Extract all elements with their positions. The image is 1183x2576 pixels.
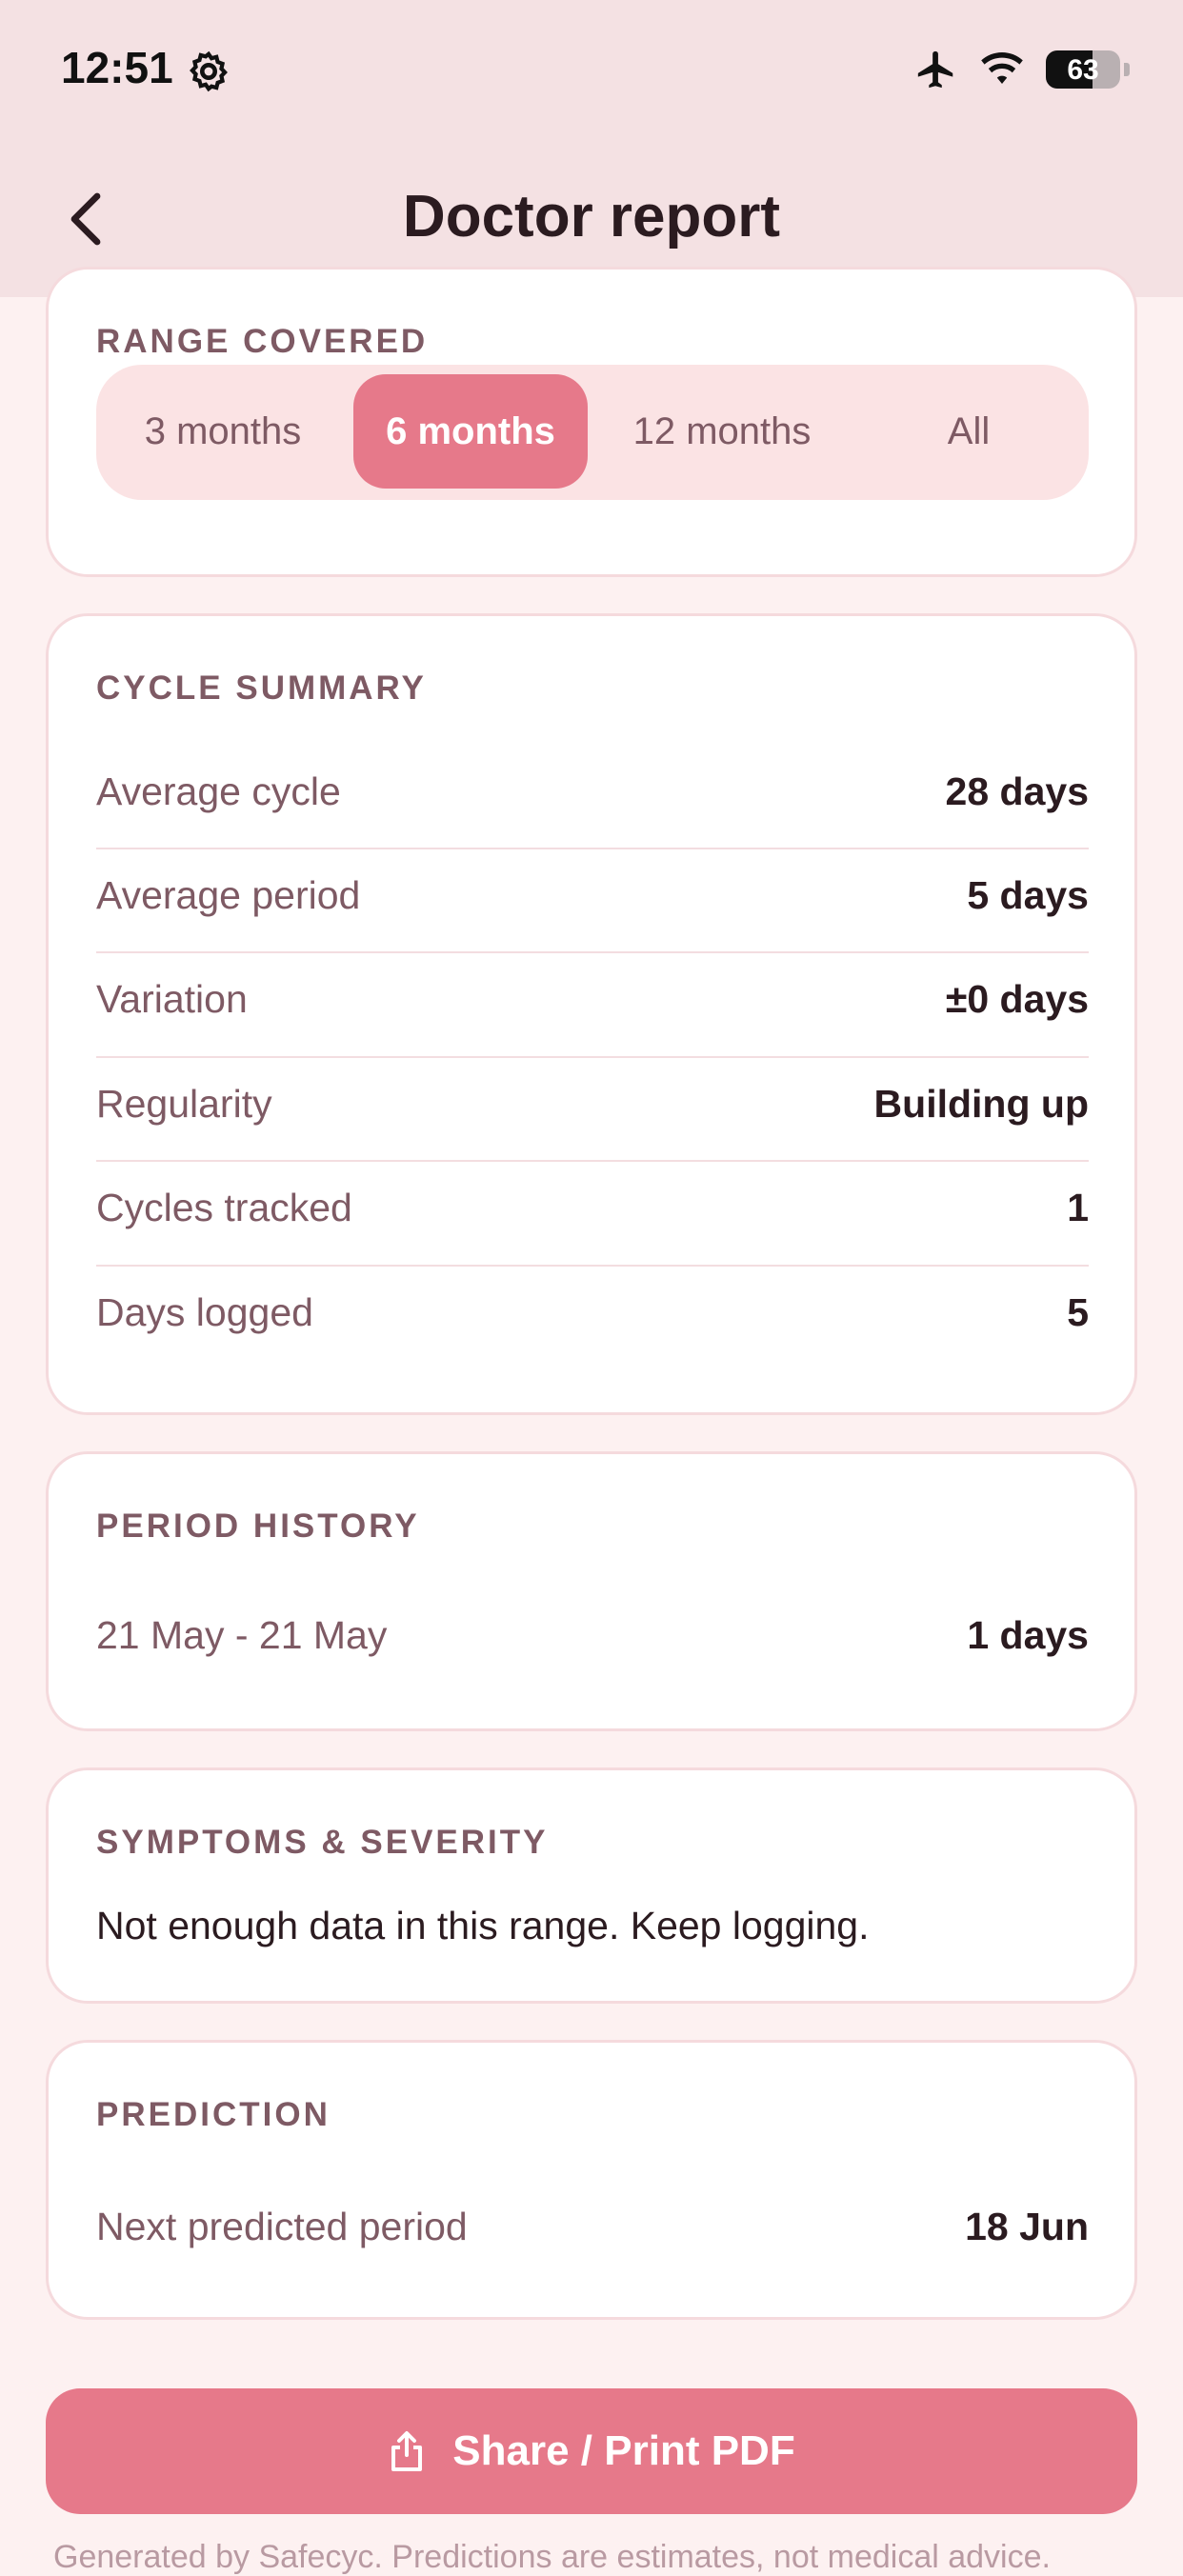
period-history-row: 21 May - 21 May 1 days	[96, 1583, 1089, 1687]
row-label: Regularity	[96, 1081, 272, 1126]
range-option-12-months[interactable]: 12 months	[593, 374, 851, 489]
status-time: 12:51	[61, 43, 173, 92]
range-option-3-months[interactable]: 3 months	[106, 374, 340, 489]
row-label: Days logged	[96, 1289, 313, 1334]
prediction-card: PREDICTION Next predicted period 18 Jun	[46, 2040, 1137, 2320]
row-label: 21 May - 21 May	[96, 1612, 388, 1657]
summary-row-average-cycle: Average cycle 28 days	[96, 739, 1089, 844]
gear-icon	[190, 50, 228, 92]
cycle-summary-title: CYCLE SUMMARY	[96, 669, 427, 707]
row-value: Building up	[873, 1081, 1089, 1126]
range-covered-card: RANGE COVERED 3 months 6 months 12 month…	[46, 267, 1137, 577]
symptoms-title: SYMPTOMS & SEVERITY	[96, 1824, 549, 1861]
period-history-title: PERIOD HISTORY	[96, 1508, 420, 1545]
prediction-row: Next predicted period 18 Jun	[96, 2174, 1089, 2279]
period-history-card: PERIOD HISTORY 21 May - 21 May 1 days	[46, 1451, 1137, 1731]
row-value: 1	[1067, 1185, 1089, 1229]
summary-row-average-period: Average period 5 days	[96, 843, 1089, 948]
row-label: Average cycle	[96, 769, 341, 813]
row-label: Next predicted period	[96, 2204, 468, 2248]
row-value: 5	[1067, 1289, 1089, 1334]
status-bar: 12:51 63	[0, 0, 1183, 143]
range-segmented-control: 3 months 6 months 12 months All	[96, 365, 1089, 500]
footer-disclaimer: Generated by Safecyc. Predictions are es…	[53, 2539, 1051, 2575]
range-covered-title: RANGE COVERED	[96, 323, 429, 360]
share-print-pdf-button[interactable]: Share / Print PDF	[46, 2388, 1137, 2514]
status-indicators: 63	[914, 48, 1130, 91]
battery-indicator: 63	[1046, 50, 1120, 89]
summary-row-days-logged: Days logged 5	[96, 1260, 1089, 1365]
share-button-label: Share / Print PDF	[452, 2427, 795, 2474]
summary-row-cycles-tracked: Cycles tracked 1	[96, 1155, 1089, 1260]
symptoms-card: SYMPTOMS & SEVERITY Not enough data in t…	[46, 1767, 1137, 2004]
summary-row-variation: Variation ±0 days	[96, 947, 1089, 1051]
row-value: 18 Jun	[965, 2204, 1089, 2248]
share-icon	[391, 2431, 423, 2471]
page-title: Doctor report	[402, 184, 781, 250]
row-label: Cycles tracked	[96, 1185, 352, 1229]
wifi-icon	[981, 52, 1023, 84]
row-value: 1 days	[967, 1612, 1089, 1657]
symptoms-empty-message: Not enough data in this range. Keep logg…	[96, 1904, 870, 1947]
battery-level: 63	[1067, 54, 1099, 86]
airplane-icon	[917, 50, 953, 89]
prediction-title: PREDICTION	[96, 2096, 331, 2133]
row-value: 28 days	[945, 769, 1089, 813]
cycle-summary-card: CYCLE SUMMARY Average cycle 28 days Aver…	[46, 613, 1137, 1415]
row-value: 5 days	[967, 872, 1089, 917]
row-value: ±0 days	[945, 976, 1089, 1021]
row-label: Variation	[96, 976, 248, 1021]
range-option-all[interactable]: All	[858, 374, 1079, 489]
row-label: Average period	[96, 872, 361, 917]
summary-row-regularity: Regularity Building up	[96, 1051, 1089, 1156]
battery-cap	[1124, 63, 1130, 76]
range-option-6-months[interactable]: 6 months	[353, 374, 588, 489]
